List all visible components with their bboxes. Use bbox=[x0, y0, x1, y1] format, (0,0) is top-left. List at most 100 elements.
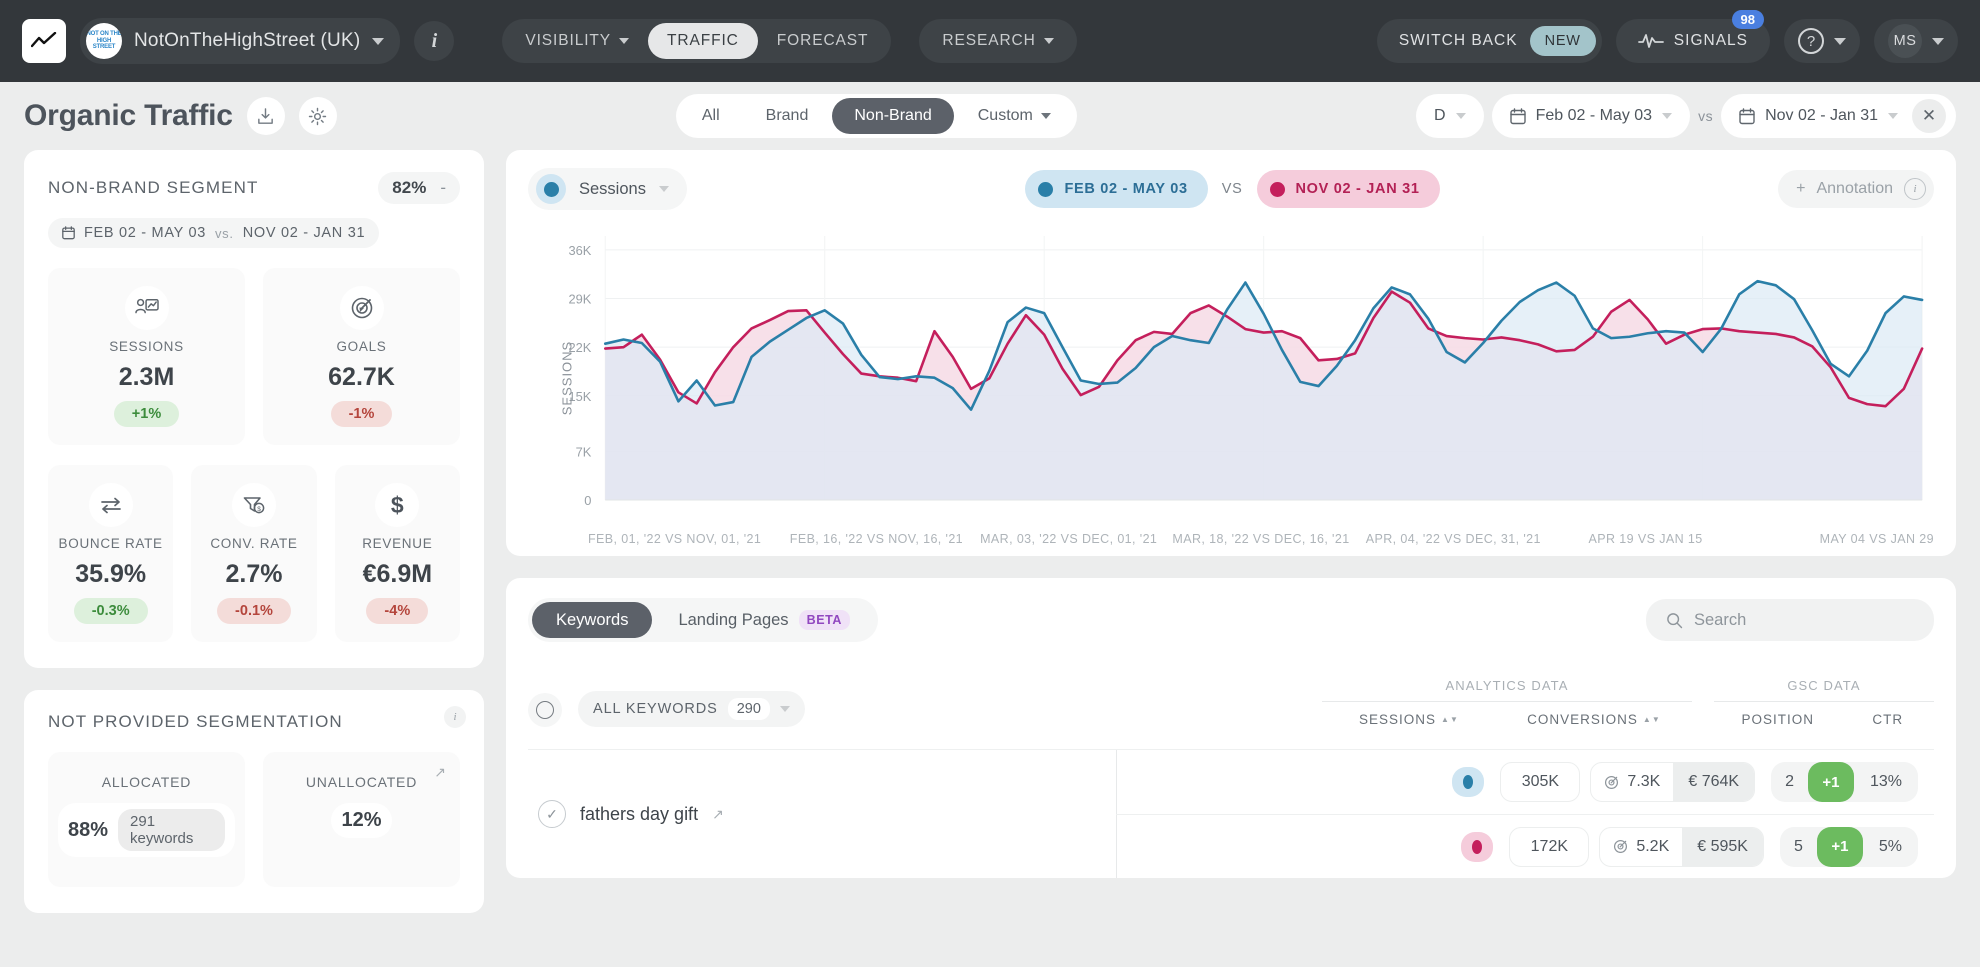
search-placeholder: Search bbox=[1694, 610, 1747, 629]
position-value: 2 bbox=[1785, 773, 1794, 790]
nav-item-traffic[interactable]: TRAFFIC bbox=[648, 23, 758, 59]
legend-item-compare[interactable]: NOV 02 - JAN 31 bbox=[1256, 170, 1440, 208]
segment-brand[interactable]: Brand bbox=[744, 98, 831, 134]
kpi-goals[interactable]: GOALS 62.7K -1% bbox=[263, 268, 460, 445]
bounce-rate-icon bbox=[88, 483, 133, 527]
sort-icon: ▲▼ bbox=[1441, 715, 1459, 724]
legend-item-primary[interactable]: FEB 02 - MAY 03 bbox=[1025, 170, 1208, 208]
gsc-metrics-primary: 2 +1 13% bbox=[1771, 762, 1918, 802]
user-menu[interactable]: MS bbox=[1874, 19, 1958, 63]
beta-badge: BETA bbox=[798, 610, 851, 630]
x-tick-label: FEB, 16, '22 VS NOV, 16, '21 bbox=[789, 532, 964, 546]
not-provided-segmentation-card: i NOT PROVIDED SEGMENTATION ALLOCATED 88… bbox=[24, 690, 484, 913]
kpi-value: €6.9M bbox=[362, 560, 433, 588]
granularity-selector[interactable]: D bbox=[1416, 94, 1484, 138]
column-header-conversions[interactable]: CONVERSIONS ▲▼ bbox=[1496, 712, 1692, 727]
kpi-label: BOUNCE RATE bbox=[58, 536, 163, 551]
signals-label: SIGNALS bbox=[1673, 32, 1748, 49]
metrics-cell: 305K 7.3K € 764K 2 +1 13% 172K 5.2K € 59… bbox=[1116, 750, 1934, 878]
chart-plot-area: SESSIONS 0 7K 15K 22K 29K 36K bbox=[528, 228, 1934, 528]
column-group-title: GSC DATA bbox=[1787, 678, 1861, 693]
segment-date-range-chip: FEB 02 - MAY 03 vs. NOV 02 - JAN 31 bbox=[48, 218, 380, 248]
chevron-down-icon bbox=[1040, 113, 1051, 119]
column-header-position[interactable]: POSITION bbox=[1714, 712, 1842, 727]
segment-non-brand[interactable]: Non-Brand bbox=[832, 98, 954, 134]
position-delta: +1 bbox=[1807, 762, 1854, 802]
info-icon[interactable]: i bbox=[444, 706, 466, 728]
date-range-primary-label: Feb 02 - May 03 bbox=[1535, 107, 1653, 124]
x-tick-label: APR 19 VS JAN 15 bbox=[1588, 532, 1703, 546]
clear-comparison-button[interactable]: ✕ bbox=[1912, 99, 1947, 133]
segment-custom[interactable]: Custom bbox=[956, 98, 1073, 134]
tab-keywords[interactable]: Keywords bbox=[532, 602, 653, 638]
chevron-down-icon bbox=[372, 37, 385, 45]
info-button[interactable]: i bbox=[414, 21, 455, 61]
allocated-value: 88% 291 keywords bbox=[58, 803, 235, 857]
annotation-label: Annotation bbox=[1816, 180, 1893, 197]
sort-icon: ▲▼ bbox=[1642, 715, 1661, 724]
sessions-icon bbox=[124, 286, 169, 330]
allocated-pct: 88% bbox=[68, 818, 109, 841]
calendar-icon bbox=[1739, 107, 1755, 124]
unallocated-box[interactable]: ↗ UNALLOCATED 12% bbox=[263, 752, 460, 887]
allocated-box[interactable]: ALLOCATED 88% 291 keywords bbox=[48, 752, 245, 887]
info-icon[interactable]: i bbox=[1904, 178, 1926, 200]
kpi-label: REVENUE bbox=[362, 536, 433, 551]
export-button[interactable] bbox=[246, 97, 285, 135]
series-dot bbox=[1472, 839, 1483, 854]
research-nav-group: RESEARCH bbox=[919, 19, 1077, 63]
account-name: NotOnTheHighStreet (UK) bbox=[134, 30, 361, 51]
settings-button[interactable] bbox=[298, 97, 337, 135]
row-check-icon[interactable]: ✓ bbox=[538, 800, 566, 828]
non-brand-segment-card: NON-BRAND SEGMENT 82% - FEB 02 - MAY 03 … bbox=[24, 150, 484, 668]
legend-label-primary: FEB 02 - MAY 03 bbox=[1064, 181, 1188, 197]
kpi-label: SESSIONS bbox=[109, 339, 184, 354]
chevron-down-icon bbox=[619, 38, 630, 44]
segment-label: Non-Brand bbox=[854, 107, 932, 124]
nav-item-visibility[interactable]: VISIBILITY bbox=[506, 23, 648, 59]
column-header-ctr[interactable]: CTR bbox=[1842, 712, 1934, 727]
search-input[interactable]: Search bbox=[1646, 599, 1934, 641]
segment-all[interactable]: All bbox=[680, 98, 742, 134]
position-value: 5 bbox=[1793, 837, 1803, 855]
add-annotation-button[interactable]: + Annotation i bbox=[1778, 170, 1934, 208]
kpi-value: 62.7K bbox=[328, 363, 395, 391]
series-dot bbox=[1463, 775, 1474, 789]
segment-label: Brand bbox=[765, 107, 809, 124]
column-header-sessions[interactable]: SESSIONS ▲▼ bbox=[1322, 712, 1496, 727]
all-keywords-dropdown[interactable]: ALL KEYWORDS 290 bbox=[578, 691, 805, 727]
date-range-compare-label: Nov 02 - Jan 31 bbox=[1765, 107, 1879, 124]
kpi-grid-top: SESSIONS 2.3M +1% GOALS 62.7K -1% bbox=[48, 268, 460, 445]
select-all-radio[interactable] bbox=[528, 693, 562, 727]
switch-back-button[interactable]: SWITCH BACK NEW bbox=[1376, 19, 1602, 63]
date-controls: D Feb 02 - May 03 vs Nov 02 - Jan 31 ✕ bbox=[1416, 94, 1957, 138]
expand-icon[interactable]: ↗ bbox=[712, 806, 724, 823]
kpi-revenue[interactable]: $ REVENUE €6.9M -4% bbox=[334, 465, 460, 642]
conversions-value: 7.3K € 764K bbox=[1590, 762, 1756, 802]
kpi-sessions[interactable]: SESSIONS 2.3M +1% bbox=[48, 268, 245, 445]
tab-landing-pages[interactable]: Landing Pages BETA bbox=[654, 602, 874, 638]
signals-button[interactable]: SIGNALS 98 bbox=[1615, 10, 1770, 63]
date-range-primary[interactable]: Feb 02 - May 03 bbox=[1491, 94, 1691, 138]
chevron-down-icon bbox=[779, 706, 790, 712]
legend-dot-compare bbox=[1269, 181, 1285, 197]
kpi-conversion-rate[interactable]: $ CONV. RATE 2.7% -0.1% bbox=[191, 465, 317, 642]
keyword-cell: ✓ fathers day gift ↗ bbox=[528, 800, 1116, 828]
account-selector[interactable]: NOT ON THE HIGH STREET NotOnTheHighStree… bbox=[80, 18, 401, 64]
kpi-bounce-rate[interactable]: BOUNCE RATE 35.9% -0.3% bbox=[48, 465, 174, 642]
table-row[interactable]: ✓ fathers day gift ↗ 305K 7.3K € 764K 2 … bbox=[528, 749, 1934, 878]
app-logo[interactable] bbox=[22, 19, 66, 63]
legend-label-compare: NOV 02 - JAN 31 bbox=[1295, 181, 1420, 197]
segment-range-compare: NOV 02 - JAN 31 bbox=[242, 225, 366, 241]
nav-item-research[interactable]: RESEARCH bbox=[923, 23, 1072, 59]
column-group-gsc: GSC DATA POSITION CTR bbox=[1714, 678, 1934, 727]
sessions-line-chart: 07K15K22K29K36K bbox=[568, 236, 1924, 508]
account-logo-text: NOT ON THE HIGH STREET bbox=[86, 31, 122, 51]
metric-selector[interactable]: Sessions bbox=[528, 168, 687, 210]
help-menu[interactable]: ? bbox=[1784, 19, 1860, 63]
date-range-compare[interactable]: Nov 02 - Jan 31 ✕ bbox=[1721, 94, 1957, 138]
page-toolbar: Organic Traffic All Brand Non-Brand Cust… bbox=[0, 82, 1980, 150]
expand-icon[interactable]: ↗ bbox=[434, 764, 446, 781]
unallocated-pct: 12% bbox=[341, 809, 382, 831]
nav-item-forecast[interactable]: FORECAST bbox=[758, 23, 888, 59]
